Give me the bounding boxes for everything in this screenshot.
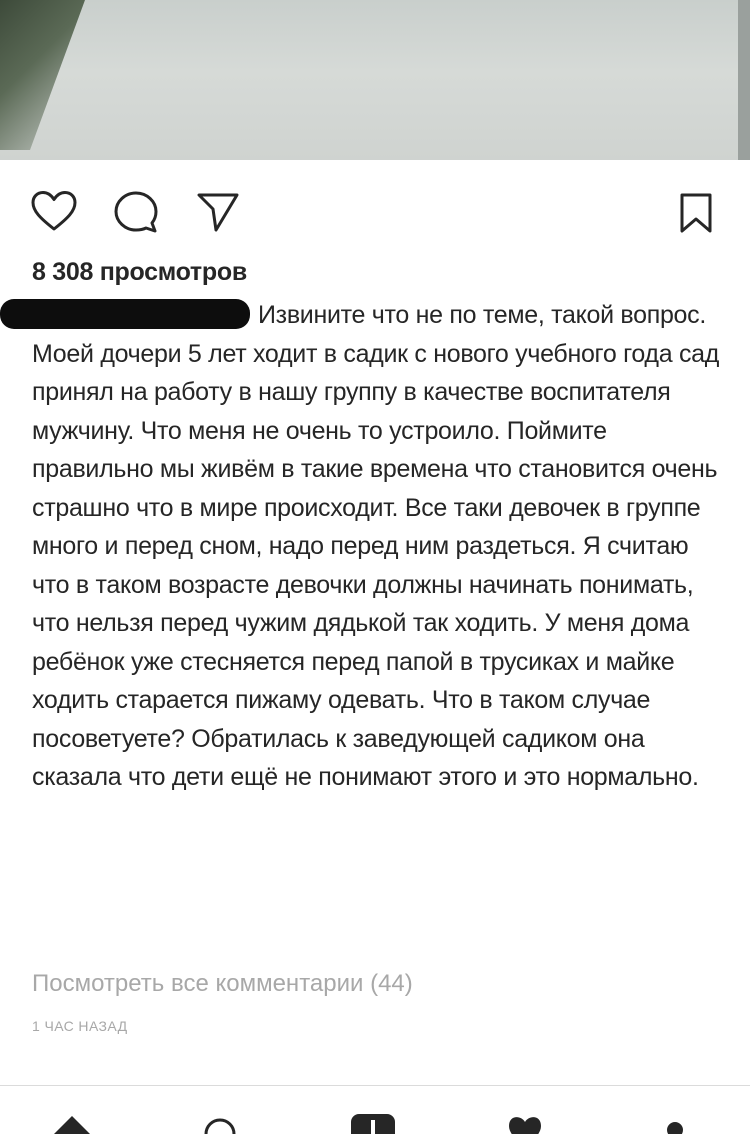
post-timestamp: 1 ЧАС НАЗАД	[32, 1018, 128, 1034]
search-icon[interactable]	[198, 1112, 242, 1134]
image-edge	[738, 0, 750, 160]
comment-icon[interactable]	[113, 190, 159, 234]
caption-text: Извините что не по теме, такой вопрос. М…	[32, 301, 720, 791]
post-caption: Извините что не по теме, такой вопрос. М…	[0, 296, 722, 797]
activity-icon[interactable]	[503, 1112, 547, 1134]
profile-icon[interactable]	[655, 1112, 695, 1134]
home-icon[interactable]	[50, 1110, 94, 1134]
author-username-redacted[interactable]	[0, 299, 250, 329]
add-icon[interactable]	[345, 1110, 401, 1134]
view-count[interactable]: 8 308 просмотров	[32, 258, 247, 287]
send-icon[interactable]	[196, 192, 240, 232]
image-foliage	[0, 0, 85, 150]
bottom-tab-bar	[0, 1085, 750, 1134]
post-image[interactable]	[0, 0, 750, 160]
bookmark-icon[interactable]	[679, 192, 713, 234]
view-all-comments-link[interactable]: Посмотреть все комментарии (44)	[32, 970, 413, 998]
heart-icon[interactable]	[30, 190, 78, 232]
post-action-bar	[0, 180, 750, 240]
